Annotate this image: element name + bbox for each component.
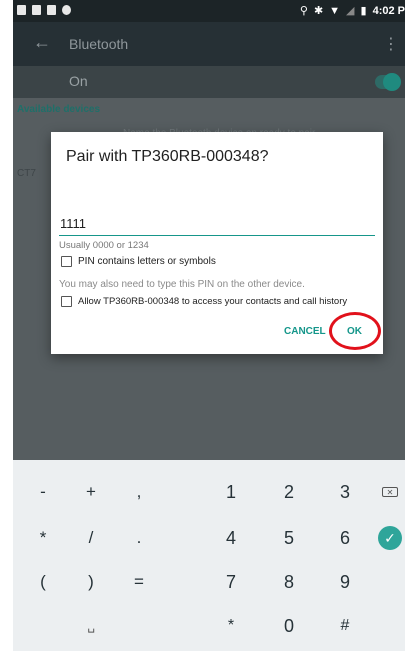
more-options-icon[interactable]: ⋮ [383, 34, 399, 54]
app-bar: ← Bluetooth ⋮ [13, 22, 405, 66]
key-comma[interactable]: , [119, 472, 159, 512]
notification-icon [17, 5, 26, 15]
key-9[interactable]: 9 [325, 562, 365, 602]
key-close-paren[interactable]: ) [71, 562, 111, 602]
bluetooth-switch[interactable] [375, 73, 401, 91]
contact-access-label: Allow TP360RB-000348 to access your cont… [78, 296, 348, 307]
available-devices-header: Available devices [17, 104, 101, 115]
key-1[interactable]: 1 [211, 472, 251, 512]
key-0[interactable]: 0 [269, 606, 309, 646]
key-2[interactable]: 2 [269, 472, 309, 512]
key-star[interactable]: * [211, 606, 251, 646]
back-arrow-icon[interactable]: ← [33, 32, 51, 53]
left-frame [0, 0, 13, 651]
pin-letters-checkbox[interactable] [61, 256, 72, 267]
highlight-ring [329, 312, 381, 350]
battery-icon: ▮ [360, 5, 367, 17]
switch-knob [383, 73, 401, 91]
key-asterisk[interactable]: * [23, 518, 63, 558]
clock: 4:02 P [372, 4, 405, 17]
pin-letters-option[interactable]: PIN contains letters or symbols [61, 256, 216, 267]
location-icon: ⚲ [299, 5, 308, 17]
key-3[interactable]: 3 [325, 472, 365, 512]
android-icon [62, 5, 71, 15]
lock-icon [47, 5, 56, 15]
key-space[interactable]: ␣ [71, 606, 111, 646]
pin-letters-label: PIN contains letters or symbols [78, 256, 216, 267]
status-bar: ⚲ ✱ ▼ ◢ ▮ 4:02 P [13, 0, 405, 22]
signal-icon: ◢ [346, 5, 355, 17]
key-slash[interactable]: / [71, 518, 111, 558]
bluetooth-icon: ✱ [313, 5, 324, 17]
key-5[interactable]: 5 [269, 518, 309, 558]
numeric-keypad: - + , 1 2 3 ✕ * / . 4 5 6 ✓ ( ) = 7 8 9 … [13, 460, 405, 651]
key-equals[interactable]: = [119, 562, 159, 602]
bluetooth-toggle-row[interactable]: On [13, 66, 405, 98]
pin-hint: Usually 0000 or 1234 [59, 240, 149, 251]
backspace-key[interactable]: ✕ [375, 472, 405, 512]
wifi-icon: ▼ [329, 4, 341, 17]
key-7[interactable]: 7 [211, 562, 251, 602]
check-icon: ✓ [378, 526, 402, 550]
contact-access-option[interactable]: Allow TP360RB-000348 to access your cont… [61, 296, 347, 307]
cancel-button[interactable]: CANCEL [284, 326, 326, 337]
key-hash[interactable]: # [325, 606, 365, 646]
notification-icons [17, 5, 71, 15]
sim-icon [32, 5, 41, 15]
done-key[interactable]: ✓ [375, 518, 405, 558]
pin-input[interactable]: 1111 [59, 214, 375, 236]
system-icons: ⚲ ✱ ▼ ◢ ▮ 4:02 P [299, 4, 405, 18]
device-item-partial[interactable]: CT7 [17, 168, 36, 179]
toggle-label: On [69, 73, 88, 89]
page-title: Bluetooth [69, 36, 129, 52]
key-minus[interactable]: - [23, 472, 63, 512]
key-period[interactable]: . [119, 518, 159, 558]
key-plus[interactable]: + [71, 472, 111, 512]
key-4[interactable]: 4 [211, 518, 251, 558]
pin-note: You may also need to type this PIN on th… [59, 279, 305, 290]
key-6[interactable]: 6 [325, 518, 365, 558]
phone-screen: ⚲ ✱ ▼ ◢ ▮ 4:02 P ← Bluetooth ⋮ On Availa… [13, 0, 405, 651]
contact-access-checkbox[interactable] [61, 296, 72, 307]
key-open-paren[interactable]: ( [23, 562, 63, 602]
backspace-icon: ✕ [382, 487, 398, 497]
key-8[interactable]: 8 [269, 562, 309, 602]
pair-dialog: Pair with TP360RB-000348? 1111 Usually 0… [51, 132, 383, 354]
dialog-title: Pair with TP360RB-000348? [66, 148, 269, 165]
